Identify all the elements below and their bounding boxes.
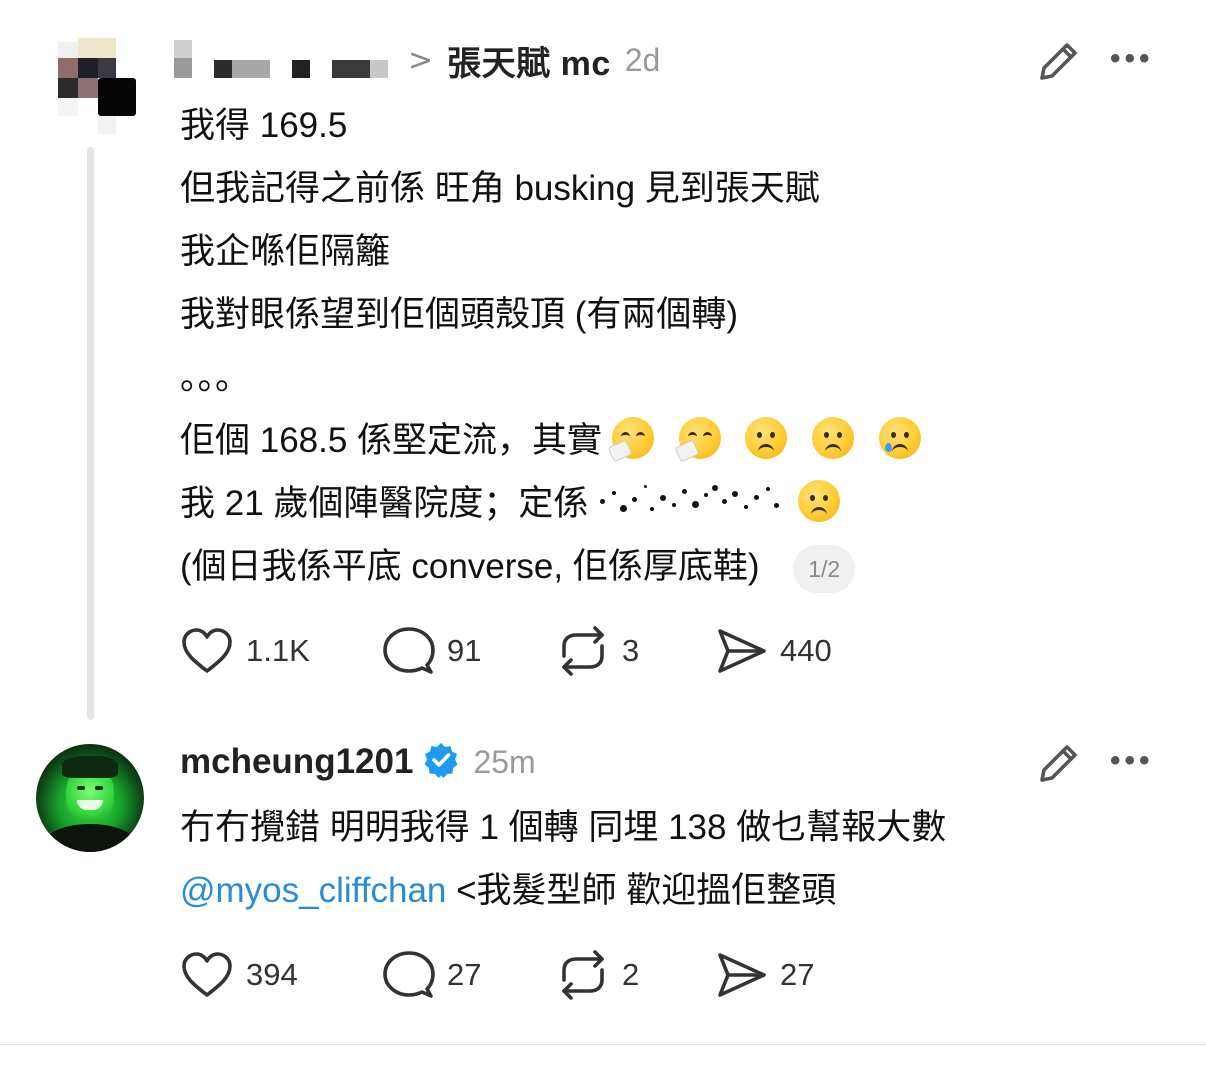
share-icon bbox=[718, 953, 766, 997]
sneezing-face-emoji bbox=[674, 417, 721, 463]
post-line-with-pill: (個日我係平底 converse, 佢係厚底鞋) 1/2 bbox=[180, 535, 936, 598]
post-line-with-emojis: 佢個 168.5 係堅定流，其實 bbox=[180, 409, 936, 472]
like-count: 394 bbox=[246, 957, 298, 992]
edit-button[interactable] bbox=[1034, 36, 1084, 86]
user-avatar[interactable] bbox=[36, 744, 144, 852]
pencil-icon bbox=[1040, 43, 1077, 80]
post1-body: 我得 169.5 但我記得之前係 旺角 busking 見到張天賦 我企喺佢隔籬… bbox=[180, 94, 936, 598]
share-count: 440 bbox=[780, 633, 832, 668]
like-button[interactable]: 1.1K bbox=[180, 626, 383, 676]
comment-count: 27 bbox=[447, 957, 482, 992]
heart-icon bbox=[182, 952, 232, 997]
post-age: 2d bbox=[624, 41, 661, 78]
post-line-with-mention: @myos_cliffchan <我髮型師 歡迎搵佢整頭 bbox=[180, 859, 946, 922]
share-icon bbox=[718, 629, 766, 673]
post-line-text: (個日我係平底 converse, 佢係厚底鞋) bbox=[180, 547, 760, 586]
post-line: 冇冇攪錯 明明我得 1 個轉 同埋 138 做乜幫報大數 bbox=[180, 808, 947, 847]
sneezing-face-emoji bbox=[607, 417, 654, 463]
comment-count: 91 bbox=[447, 633, 482, 668]
comment-icon bbox=[383, 951, 435, 998]
post2-header: mcheung1201 25m bbox=[180, 738, 536, 786]
share-count: 27 bbox=[780, 957, 815, 992]
anon-avatar[interactable] bbox=[58, 38, 138, 134]
post2-actions: 394 27 2 27 bbox=[180, 950, 814, 1000]
mention-link[interactable]: @myos_cliffchan bbox=[180, 871, 446, 910]
share-button[interactable]: 27 bbox=[716, 950, 814, 1000]
post1-header: > 張天賦 mc 2d bbox=[174, 36, 661, 85]
more-icon[interactable]: ••• bbox=[1110, 744, 1154, 778]
crying-face-emoji bbox=[878, 417, 921, 459]
post-line: 。。。 bbox=[180, 358, 251, 397]
repost-button[interactable]: 2 bbox=[556, 950, 716, 1000]
comment-icon bbox=[383, 627, 435, 674]
comment-button[interactable]: 27 bbox=[383, 950, 556, 1000]
share-button[interactable]: 440 bbox=[716, 626, 832, 676]
verified-icon bbox=[423, 742, 459, 783]
repost-button[interactable]: 3 bbox=[556, 626, 716, 676]
post-age: 25m bbox=[473, 743, 536, 780]
thread-line bbox=[87, 147, 94, 720]
censored-username bbox=[174, 38, 390, 82]
post-line-text: 我 21 歲個陣醫院度；定係 bbox=[180, 484, 589, 523]
post-line: 我得 169.5 bbox=[180, 106, 348, 145]
edit-button[interactable] bbox=[1034, 738, 1084, 788]
post-line-text: 佢個 168.5 係堅定流，其實 bbox=[180, 421, 603, 460]
like-count: 1.1K bbox=[246, 633, 310, 668]
post-line: 我企喺佢隔籬 bbox=[180, 232, 391, 271]
post-line-text: <我髮型師 歡迎搵佢整頭 bbox=[446, 871, 837, 910]
post-line: 但我記得之前係 旺角 busking 見到張天賦 bbox=[180, 169, 820, 208]
post-line-with-emojis: 我 21 歲個陣醫院度；定係 bbox=[180, 472, 936, 535]
reply-to-name[interactable]: 張天賦 mc bbox=[447, 36, 611, 85]
comment-button[interactable]: 91 bbox=[383, 626, 556, 676]
page-indicator[interactable]: 1/2 bbox=[793, 544, 856, 593]
repost-icon bbox=[562, 626, 604, 676]
repost-count: 3 bbox=[622, 633, 640, 668]
like-button[interactable]: 394 bbox=[180, 950, 383, 1000]
post1-actions: 1.1K 91 3 440 bbox=[180, 626, 832, 676]
redacted-scribble bbox=[598, 479, 788, 521]
more-icon[interactable]: ••• bbox=[1110, 42, 1154, 76]
repost-count: 2 bbox=[622, 957, 640, 992]
post-line: 我對眼係望到佢個頭殼頂 (有兩個轉) bbox=[180, 295, 739, 334]
username[interactable]: mcheung1201 bbox=[180, 742, 413, 782]
frowning-face-emoji bbox=[797, 480, 840, 522]
repost-icon bbox=[562, 950, 604, 1000]
frowning-face-emoji bbox=[811, 417, 854, 459]
post2-body: 冇冇攪錯 明明我得 1 個轉 同埋 138 做乜幫報大數 @myos_cliff… bbox=[180, 796, 946, 922]
frowning-face-emoji bbox=[745, 417, 788, 459]
divider bbox=[0, 1044, 1206, 1045]
pencil-icon bbox=[1040, 745, 1077, 782]
heart-icon bbox=[182, 628, 232, 673]
chevron-right-icon: > bbox=[408, 42, 434, 78]
